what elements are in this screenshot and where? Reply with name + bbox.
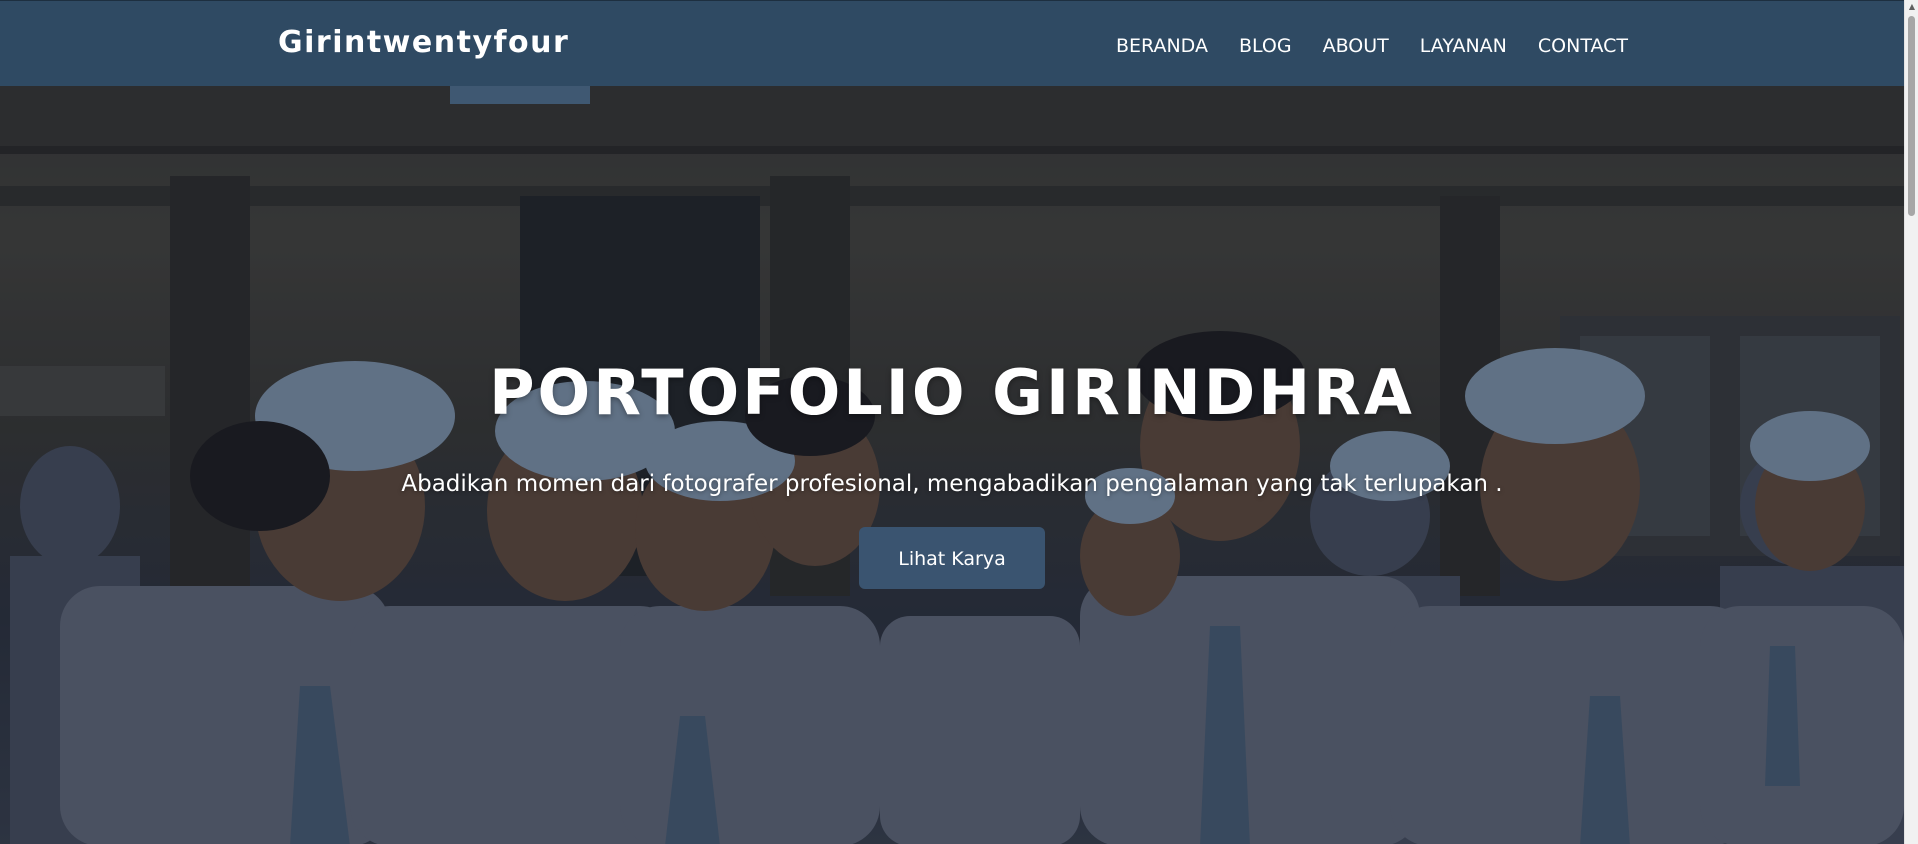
- brand-logo[interactable]: Girintwentyfour: [278, 25, 569, 60]
- page-scrollbar[interactable]: ▲: [1904, 0, 1918, 844]
- scrollbar-thumb[interactable]: [1908, 16, 1915, 216]
- hero-subtitle: Abadikan momen dari fotografer profesion…: [401, 471, 1503, 497]
- nav-link-layanan[interactable]: LAYANAN: [1420, 35, 1507, 57]
- nav-link-beranda[interactable]: BERANDA: [1116, 35, 1208, 57]
- page-viewport: Girintwentyfour BERANDA BLOG ABOUT LAYAN…: [0, 0, 1904, 844]
- view-work-button[interactable]: Lihat Karya: [859, 527, 1045, 589]
- scroll-up-arrow-icon[interactable]: ▲: [1905, 0, 1918, 14]
- nav-link-contact[interactable]: CONTACT: [1538, 35, 1628, 57]
- navbar: Girintwentyfour BERANDA BLOG ABOUT LAYAN…: [0, 0, 1904, 86]
- hero-section: PORTOFOLIO GIRINDHRA Abadikan momen dari…: [0, 86, 1904, 844]
- hero-content: PORTOFOLIO GIRINDHRA Abadikan momen dari…: [0, 356, 1904, 589]
- nav-links: BERANDA BLOG ABOUT LAYANAN CONTACT: [1116, 35, 1628, 57]
- nav-link-about[interactable]: ABOUT: [1323, 35, 1389, 57]
- nav-link-blog[interactable]: BLOG: [1239, 35, 1292, 57]
- hero-title: PORTOFOLIO GIRINDHRA: [489, 356, 1415, 429]
